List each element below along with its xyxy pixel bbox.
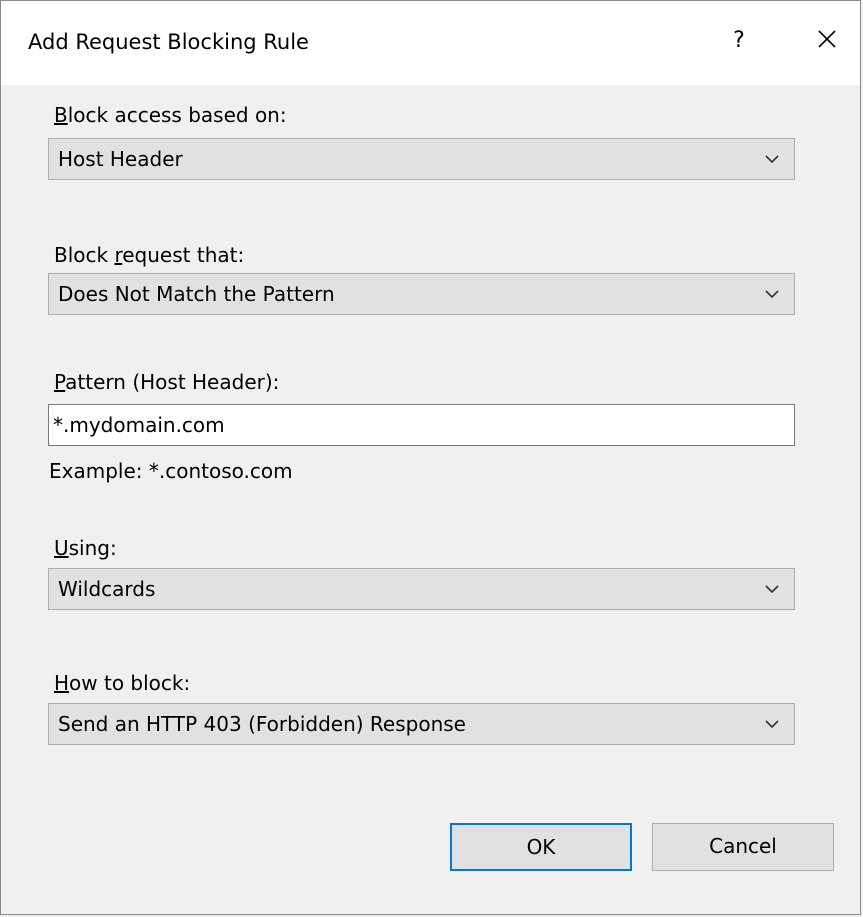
using-dropdown[interactable]: Wildcards — [48, 568, 795, 610]
using-label-mnemonic: U — [54, 536, 69, 560]
using-value: Wildcards — [58, 577, 156, 601]
how-to-block-label: How to block: — [54, 671, 190, 695]
chevron-down-icon — [765, 720, 779, 729]
chevron-down-icon — [765, 155, 779, 164]
title-bar: Add Request Blocking Rule ? — [1, 1, 860, 85]
using-label: Using: — [54, 536, 117, 560]
how-to-block-dropdown[interactable]: Send an HTTP 403 (Forbidden) Response — [48, 703, 795, 745]
dialog-title: Add Request Blocking Rule — [28, 30, 309, 54]
block-request-dropdown[interactable]: Does Not Match the Pattern — [48, 273, 795, 315]
pattern-example: Example: *.contoso.com — [49, 459, 293, 483]
pattern-label-mnemonic: P — [54, 370, 66, 394]
cancel-button[interactable]: Cancel — [652, 823, 834, 871]
using-label-text: sing: — [68, 536, 117, 560]
ok-button[interactable]: OK — [450, 823, 632, 871]
how-to-block-value: Send an HTTP 403 (Forbidden) Response — [58, 712, 466, 736]
block-request-label-text: equest that: — [122, 243, 245, 267]
block-access-value: Host Header — [58, 147, 183, 171]
block-request-label-prefix: Block — [54, 243, 115, 267]
pattern-label: Pattern (Host Header): — [54, 370, 279, 394]
close-button[interactable] — [801, 15, 853, 67]
block-access-dropdown[interactable]: Host Header — [48, 138, 795, 180]
how-to-block-label-text: ow to block: — [69, 671, 191, 695]
block-access-label-mnemonic: B — [54, 103, 68, 127]
block-access-label-text: lock access based on: — [67, 103, 287, 127]
chevron-down-icon — [765, 290, 779, 299]
block-request-value: Does Not Match the Pattern — [58, 282, 335, 306]
block-access-label: Block access based on: — [54, 103, 287, 127]
block-request-label: Block request that: — [54, 243, 244, 267]
pattern-input[interactable] — [48, 404, 795, 446]
help-button[interactable]: ? — [713, 15, 765, 67]
pattern-label-text: attern (Host Header): — [65, 370, 280, 394]
add-request-blocking-rule-dialog: Add Request Blocking Rule ? Block access… — [0, 0, 861, 915]
close-icon — [818, 30, 836, 48]
chevron-down-icon — [765, 585, 779, 594]
how-to-block-label-mnemonic: H — [54, 671, 70, 695]
